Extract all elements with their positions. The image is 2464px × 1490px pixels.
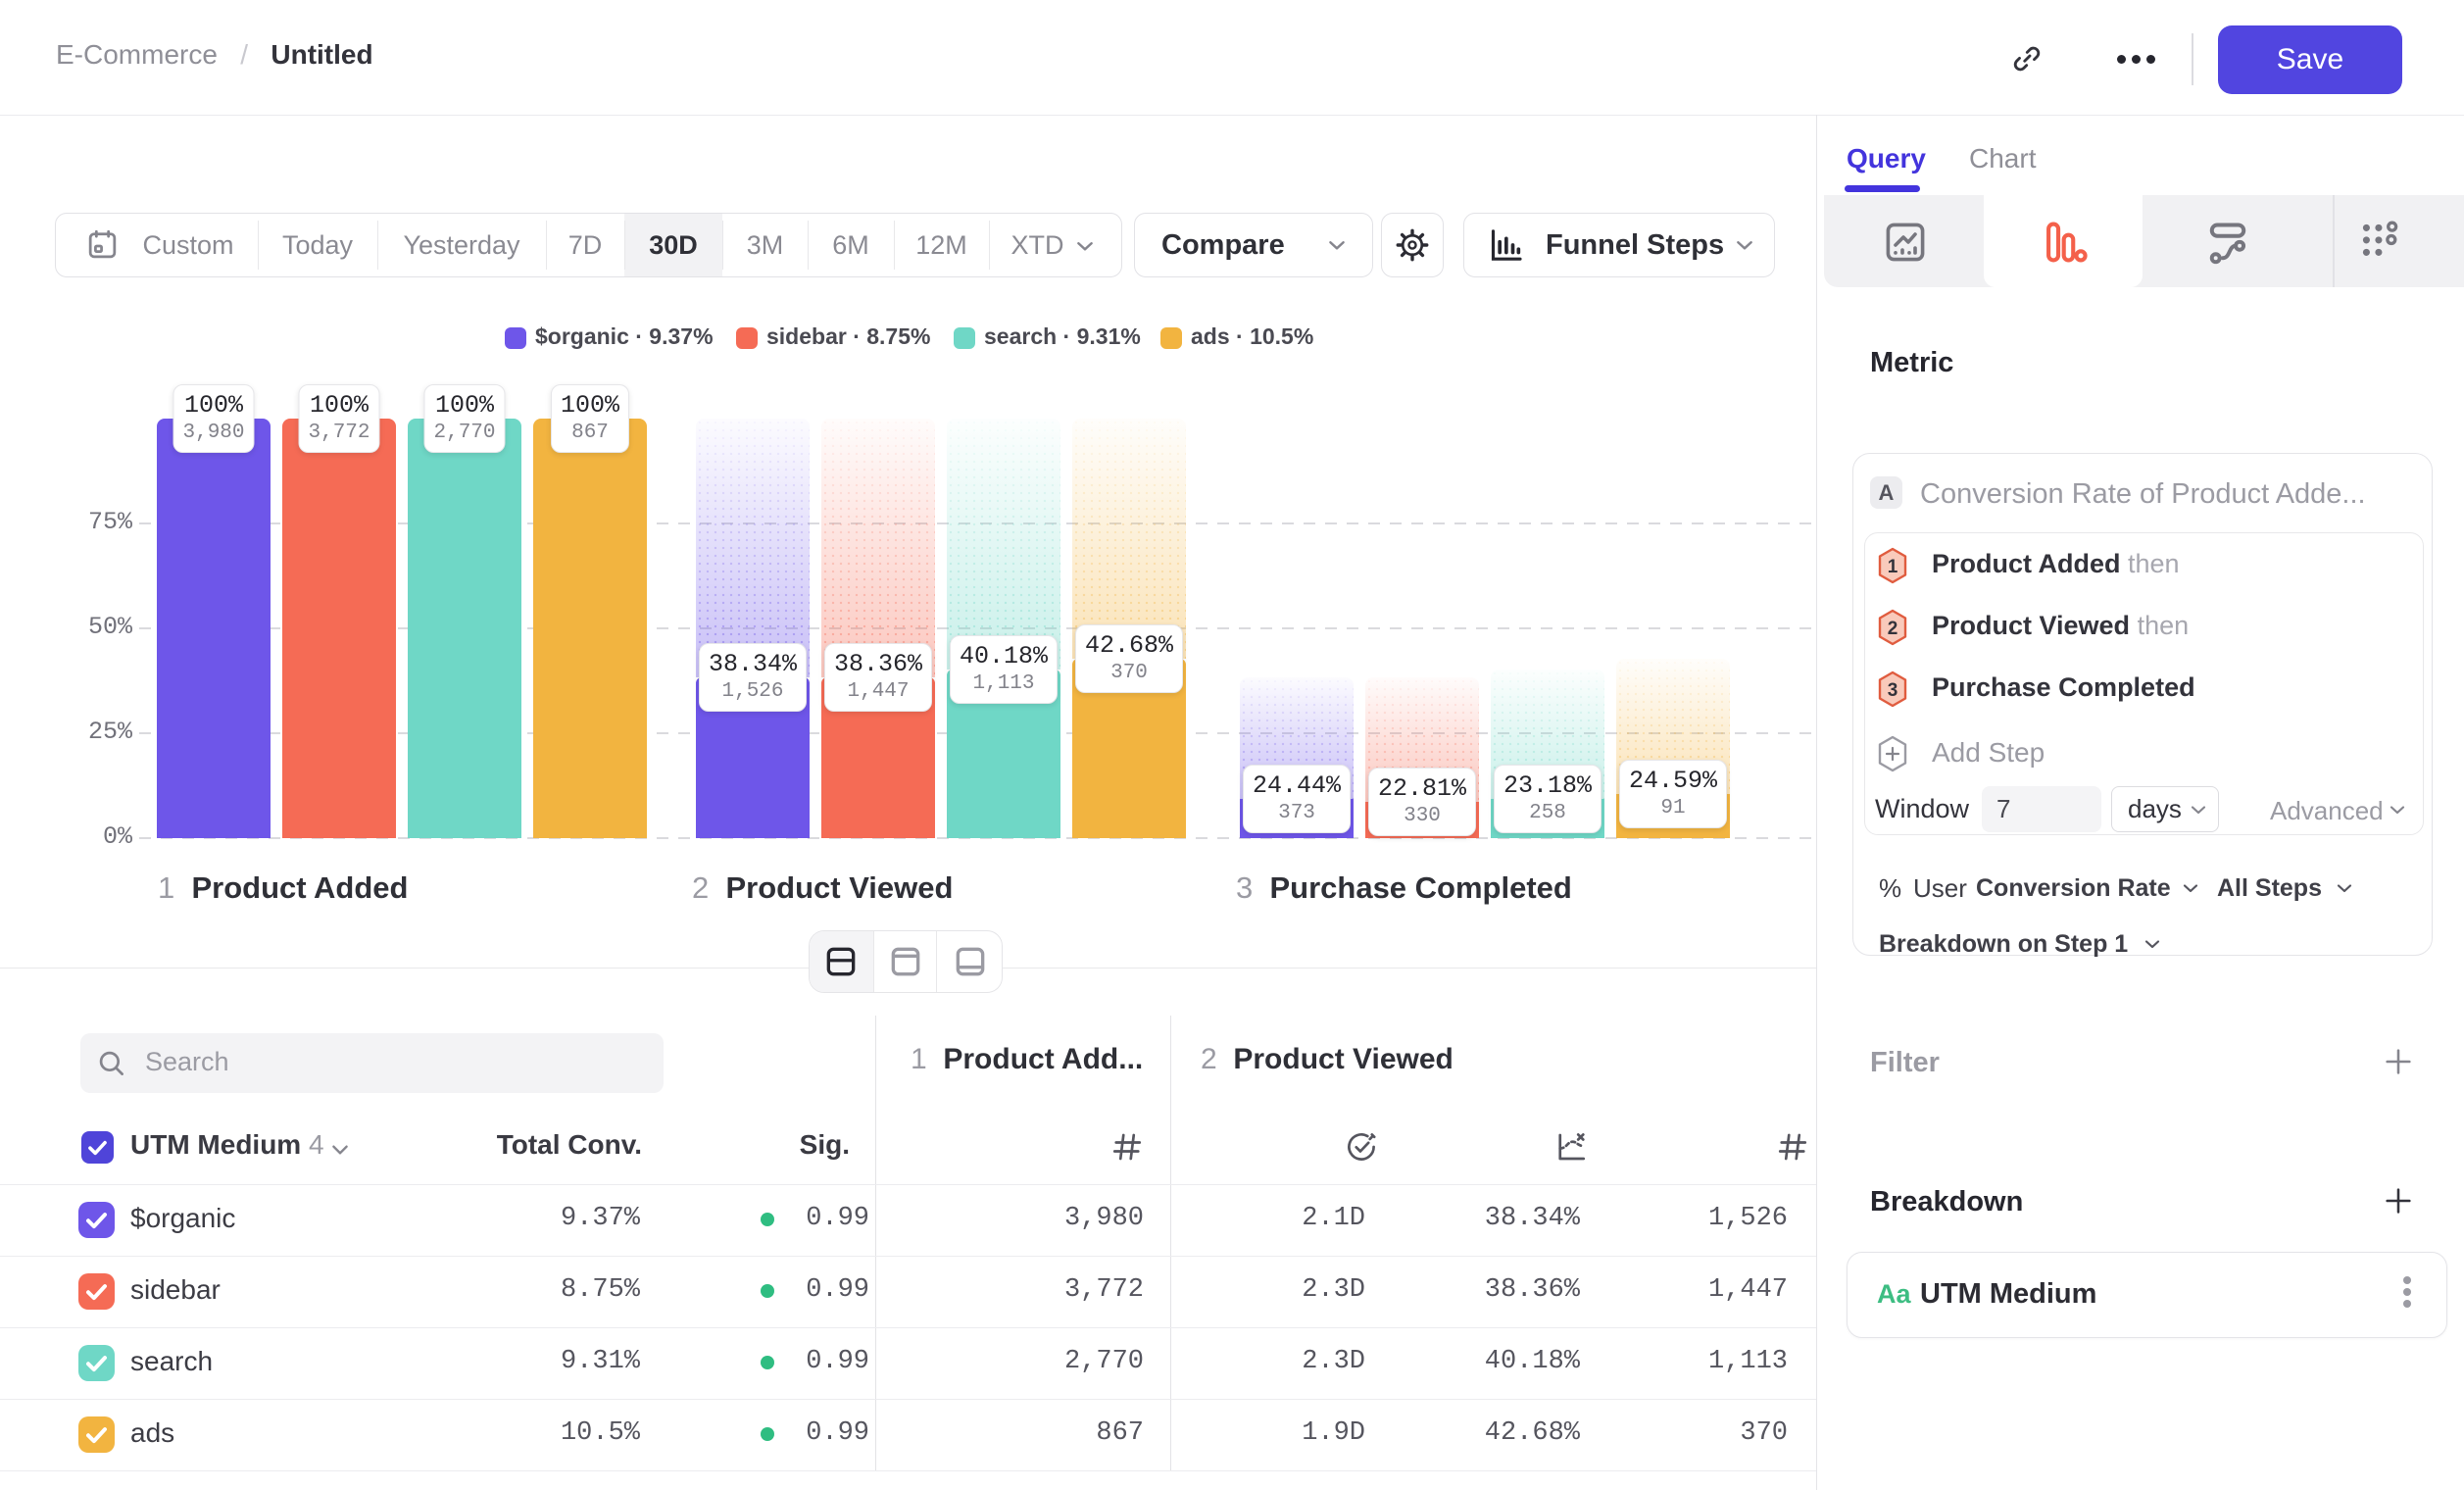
svg-text:2: 2	[1888, 619, 1898, 639]
svg-text:3: 3	[1888, 680, 1898, 701]
svg-text:1: 1	[1888, 557, 1898, 577]
